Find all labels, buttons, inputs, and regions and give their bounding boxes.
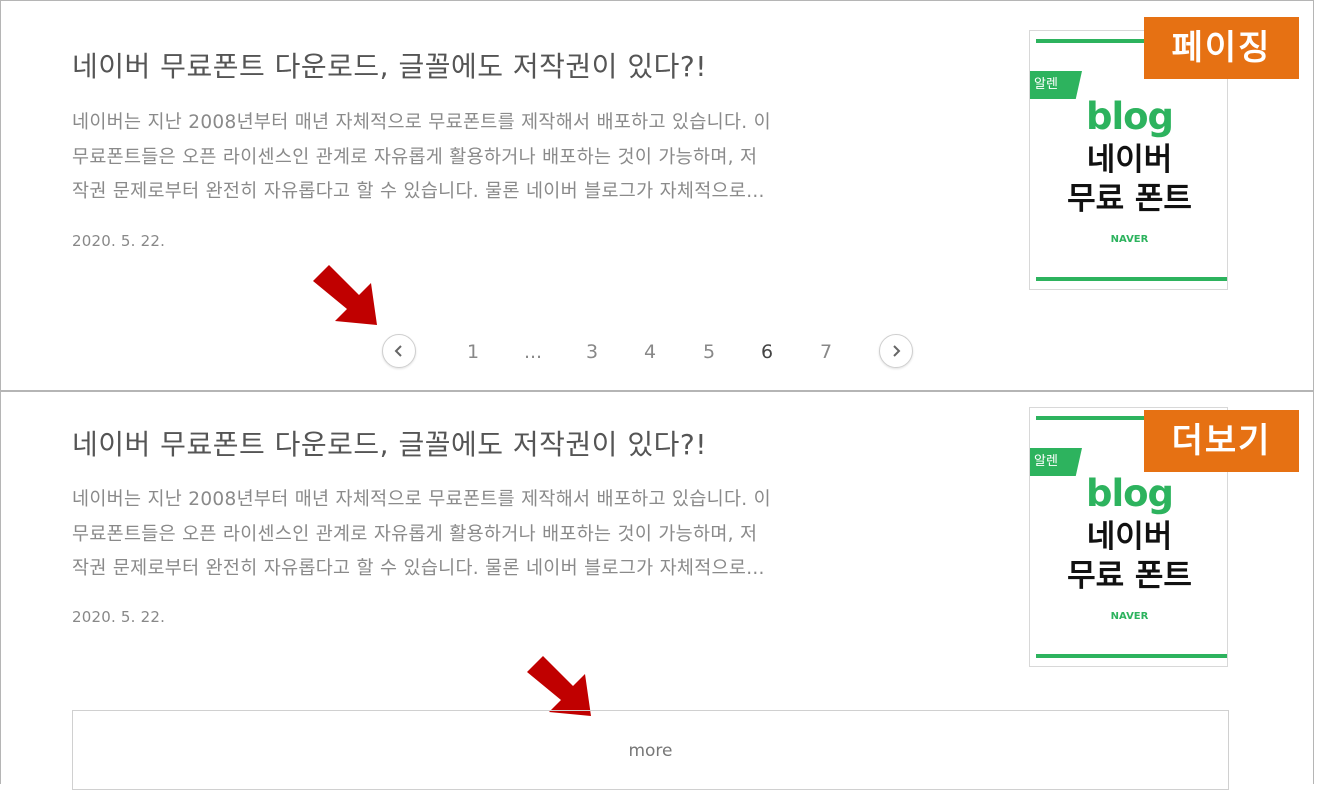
excerpt-line: 네이버는 지난 2008년부터 매년 자체적으로 무료폰트를 제작해서 배포하고… xyxy=(72,112,771,133)
arrow-down-right-icon xyxy=(313,265,377,325)
pagination-next-button[interactable] xyxy=(879,334,913,368)
chevron-right-icon xyxy=(893,345,901,357)
page-ellipsis: ... xyxy=(523,341,543,363)
more-badge: 더보기 xyxy=(1144,410,1299,472)
page-link-7[interactable]: 7 xyxy=(811,341,841,363)
paging-example-panel: 네이버 무료폰트 다운로드, 글꼴에도 저작권이 있다?! 네이버는 지난 20… xyxy=(0,0,1314,391)
excerpt-line: 작권 문제로부터 완전히 자유롭다고 할 수 있습니다. 물론 네이버 블로그가… xyxy=(72,181,765,202)
page-link-1[interactable]: 1 xyxy=(458,341,488,363)
pagination-prev-button[interactable] xyxy=(382,334,416,368)
post-excerpt: 네이버는 지난 2008년부터 매년 자체적으로 무료폰트를 제작해서 배포하고… xyxy=(72,483,942,587)
naver-logo: NAVER xyxy=(1110,234,1149,245)
thumbnail-bottom-line xyxy=(1036,654,1227,658)
post-title[interactable]: 네이버 무료폰트 다운로드, 글꼴에도 저작권이 있다?! xyxy=(72,423,707,463)
page-link-5[interactable]: 5 xyxy=(694,341,724,363)
more-example-panel: 네이버 무료폰트 다운로드, 글꼴에도 저작권이 있다?! 네이버는 지난 20… xyxy=(0,391,1314,790)
naver-logo: NAVER xyxy=(1110,611,1149,622)
more-button[interactable]: more xyxy=(72,710,1229,790)
more-button-label: more xyxy=(628,741,673,761)
thumbnail-bottom-line xyxy=(1036,277,1227,281)
excerpt-line: 무료폰트들은 오픈 라이센스인 관계로 자유롭게 활용하거나 배포하는 것이 가… xyxy=(72,523,758,545)
page-link-current[interactable]: 6 xyxy=(752,341,782,363)
post-date: 2020. 5. 22. xyxy=(72,232,166,250)
thumbnail-title-line2: 무료 폰트 xyxy=(1067,558,1192,594)
post-title[interactable]: 네이버 무료폰트 다운로드, 글꼴에도 저작권이 있다?! xyxy=(72,45,707,85)
thumbnail-title-line1: 네이버 xyxy=(1086,519,1173,555)
chevron-left-icon xyxy=(394,345,402,357)
paging-badge: 페이징 xyxy=(1144,17,1299,79)
page-link-4[interactable]: 4 xyxy=(635,341,665,363)
blog-logo: blog xyxy=(1085,95,1174,138)
thumbnail-title-line1: 네이버 xyxy=(1086,142,1173,178)
arrow-down-right-icon xyxy=(527,656,591,716)
page-link-3[interactable]: 3 xyxy=(577,341,607,363)
post-date: 2020. 5. 22. xyxy=(72,608,166,626)
blog-logo: blog xyxy=(1085,472,1174,515)
excerpt-line: 네이버는 지난 2008년부터 매년 자체적으로 무료폰트를 제작해서 배포하고… xyxy=(72,489,771,510)
excerpt-line: 작권 문제로부터 완전히 자유롭다고 할 수 있습니다. 물론 네이버 블로그가… xyxy=(72,558,765,579)
thumbnail-title-line2: 무료 폰트 xyxy=(1067,181,1192,217)
excerpt-line: 무료폰트들은 오픈 라이센스인 관계로 자유롭게 활용하거나 배포하는 것이 가… xyxy=(72,146,758,168)
post-excerpt: 네이버는 지난 2008년부터 매년 자체적으로 무료폰트를 제작해서 배포하고… xyxy=(72,106,942,210)
